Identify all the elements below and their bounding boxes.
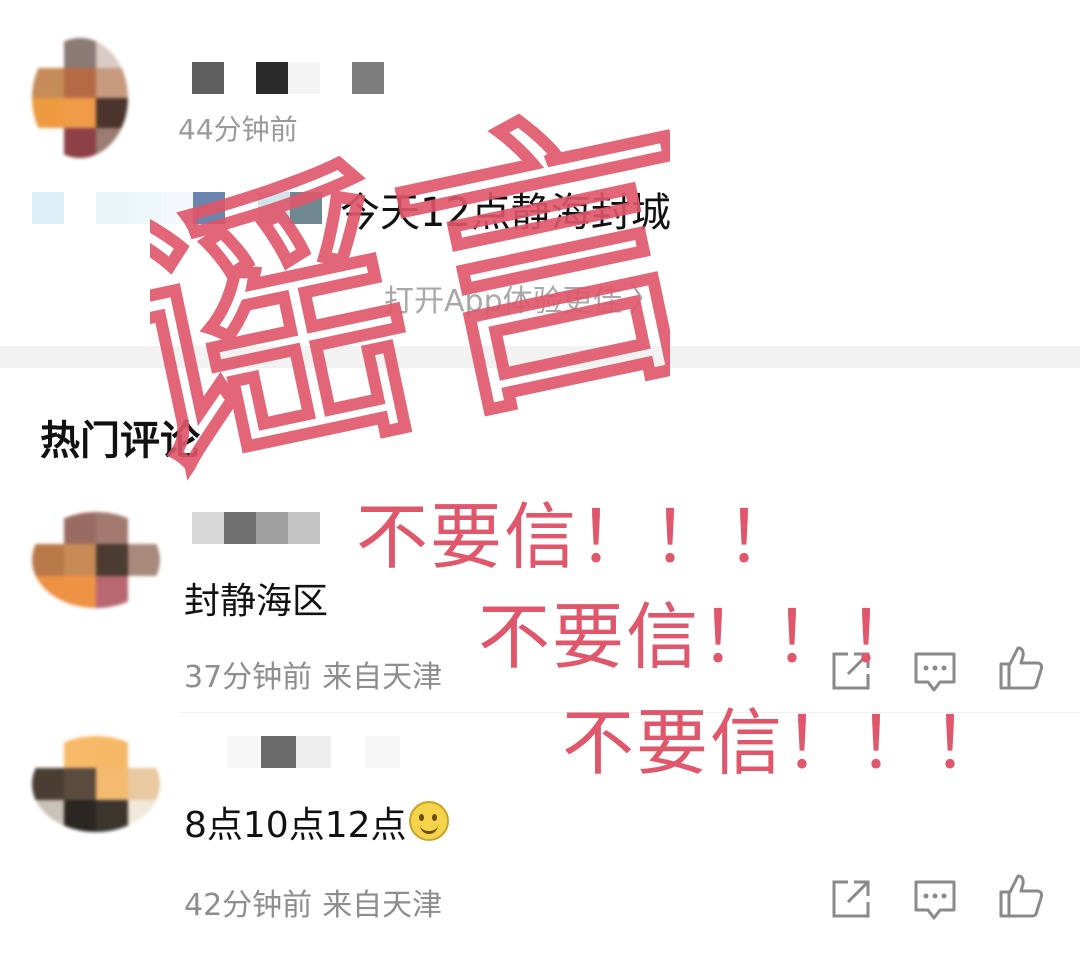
comment-text: 封静海区 bbox=[184, 581, 329, 622]
comment-text: 8点10点12点 bbox=[184, 796, 449, 848]
comment-separator bbox=[180, 712, 1080, 713]
share-icon[interactable] bbox=[826, 646, 876, 696]
post-author-avatar[interactable] bbox=[32, 38, 128, 158]
comment-author-name[interactable] bbox=[192, 512, 320, 544]
comment-icon[interactable] bbox=[910, 646, 960, 696]
warning-text: 不要信！！！ bbox=[562, 701, 1007, 785]
post-time: 44分钟前 bbox=[178, 113, 298, 146]
comment-time: 37分钟前 bbox=[184, 660, 313, 695]
grinning-face-emoji bbox=[408, 801, 449, 841]
post-text: 今天12点静海封城 bbox=[340, 190, 671, 236]
comment-avatar[interactable] bbox=[32, 736, 160, 832]
comment-icon[interactable] bbox=[910, 874, 960, 924]
thumbs-up-icon[interactable] bbox=[996, 642, 1046, 692]
comment-location: 来自天津 bbox=[322, 888, 443, 923]
comment-meta: 37分钟前 来自天津 bbox=[184, 652, 442, 696]
warning-text: 不要信！！！ bbox=[356, 495, 801, 579]
open-app-link[interactable]: 打开App体验更佳〉 bbox=[384, 272, 663, 321]
comment-location: 来自天津 bbox=[322, 660, 443, 695]
post-topic-tag[interactable] bbox=[32, 192, 322, 224]
open-app-label: 打开App体验更佳 bbox=[384, 284, 623, 319]
comment-avatar[interactable] bbox=[32, 512, 160, 608]
thumbs-up-icon[interactable] bbox=[996, 870, 1046, 920]
hot-comments-title: 热门评论 bbox=[40, 418, 200, 464]
post-author-name[interactable] bbox=[192, 62, 384, 94]
comment-time: 42分钟前 bbox=[184, 888, 313, 923]
comment-author-name[interactable] bbox=[192, 736, 400, 768]
chevron-right-icon: 〉 bbox=[628, 280, 663, 320]
comment-text-body: 8点10点12点 bbox=[184, 805, 407, 846]
comment-meta: 42分钟前 来自天津 bbox=[184, 880, 442, 924]
share-icon[interactable] bbox=[826, 874, 876, 924]
section-divider bbox=[0, 346, 1080, 368]
